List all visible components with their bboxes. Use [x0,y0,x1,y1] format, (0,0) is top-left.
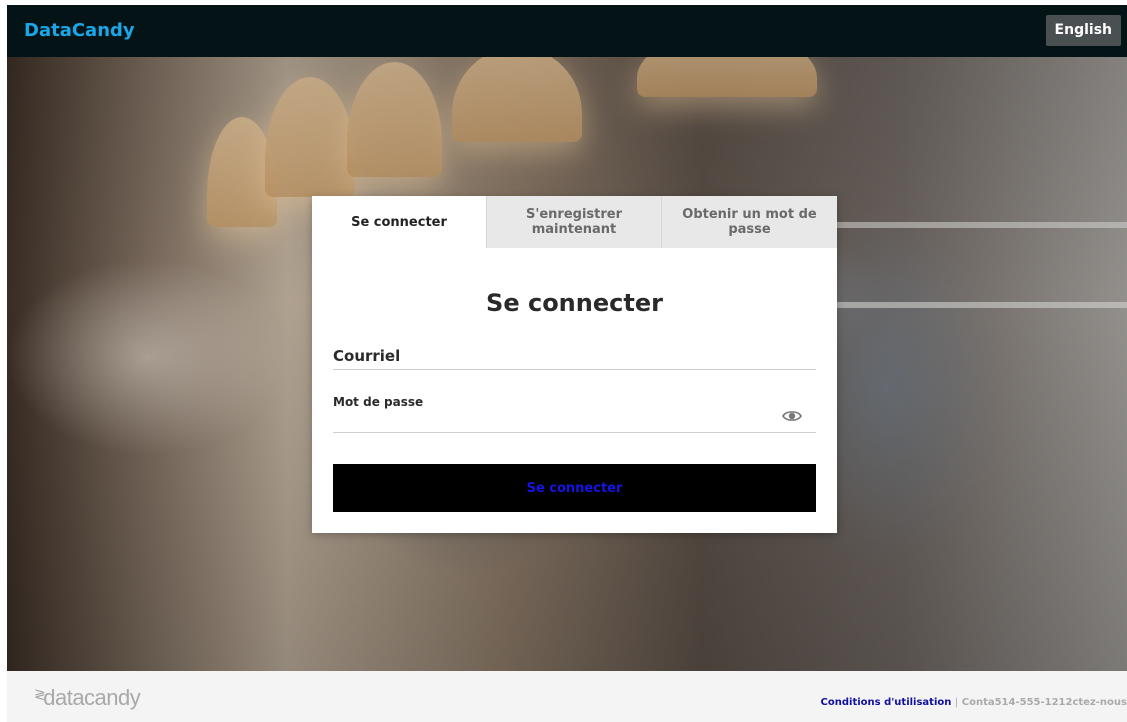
footer-logo: ≷datacandy [34,685,141,711]
footer-logo-text: datacandy [43,685,141,710]
language-toggle-button[interactable]: English [1045,15,1121,46]
password-input[interactable] [333,432,816,433]
sign-in-button[interactable]: Se connecter [333,464,816,512]
brand-logo-text[interactable]: DataCandy [24,20,135,41]
terms-of-use-link[interactable]: Conditions d'utilisation [821,697,952,708]
tab-sign-in[interactable]: Se connecter [312,196,486,248]
email-input[interactable] [333,369,816,370]
email-field-label: Courriel [333,347,401,365]
eye-icon[interactable] [782,409,802,423]
login-card: Se connecter S'enregistrer maintenant Ob… [312,196,837,533]
tab-register-now[interactable]: S'enregistrer maintenant [486,196,661,248]
password-field-label: Mot de passe [333,395,424,409]
contact-link[interactable]: Conta514-555-1212ctez-nous [962,697,1127,708]
footer-links: Conditions d'utilisation | Conta514-555-… [821,697,1127,708]
page-frame: DataCandy English Se connecter S'enregis… [7,5,1127,722]
tab-get-password[interactable]: Obtenir un mot de passe [661,196,837,248]
footer-separator: | [954,697,959,708]
login-tabs: Se connecter S'enregistrer maintenant Ob… [312,196,837,248]
login-title: Se connecter [486,289,663,317]
page-footer: ≷datacandy Conditions d'utilisation | Co… [7,671,1127,722]
top-navigation-bar: DataCandy English [7,5,1127,57]
